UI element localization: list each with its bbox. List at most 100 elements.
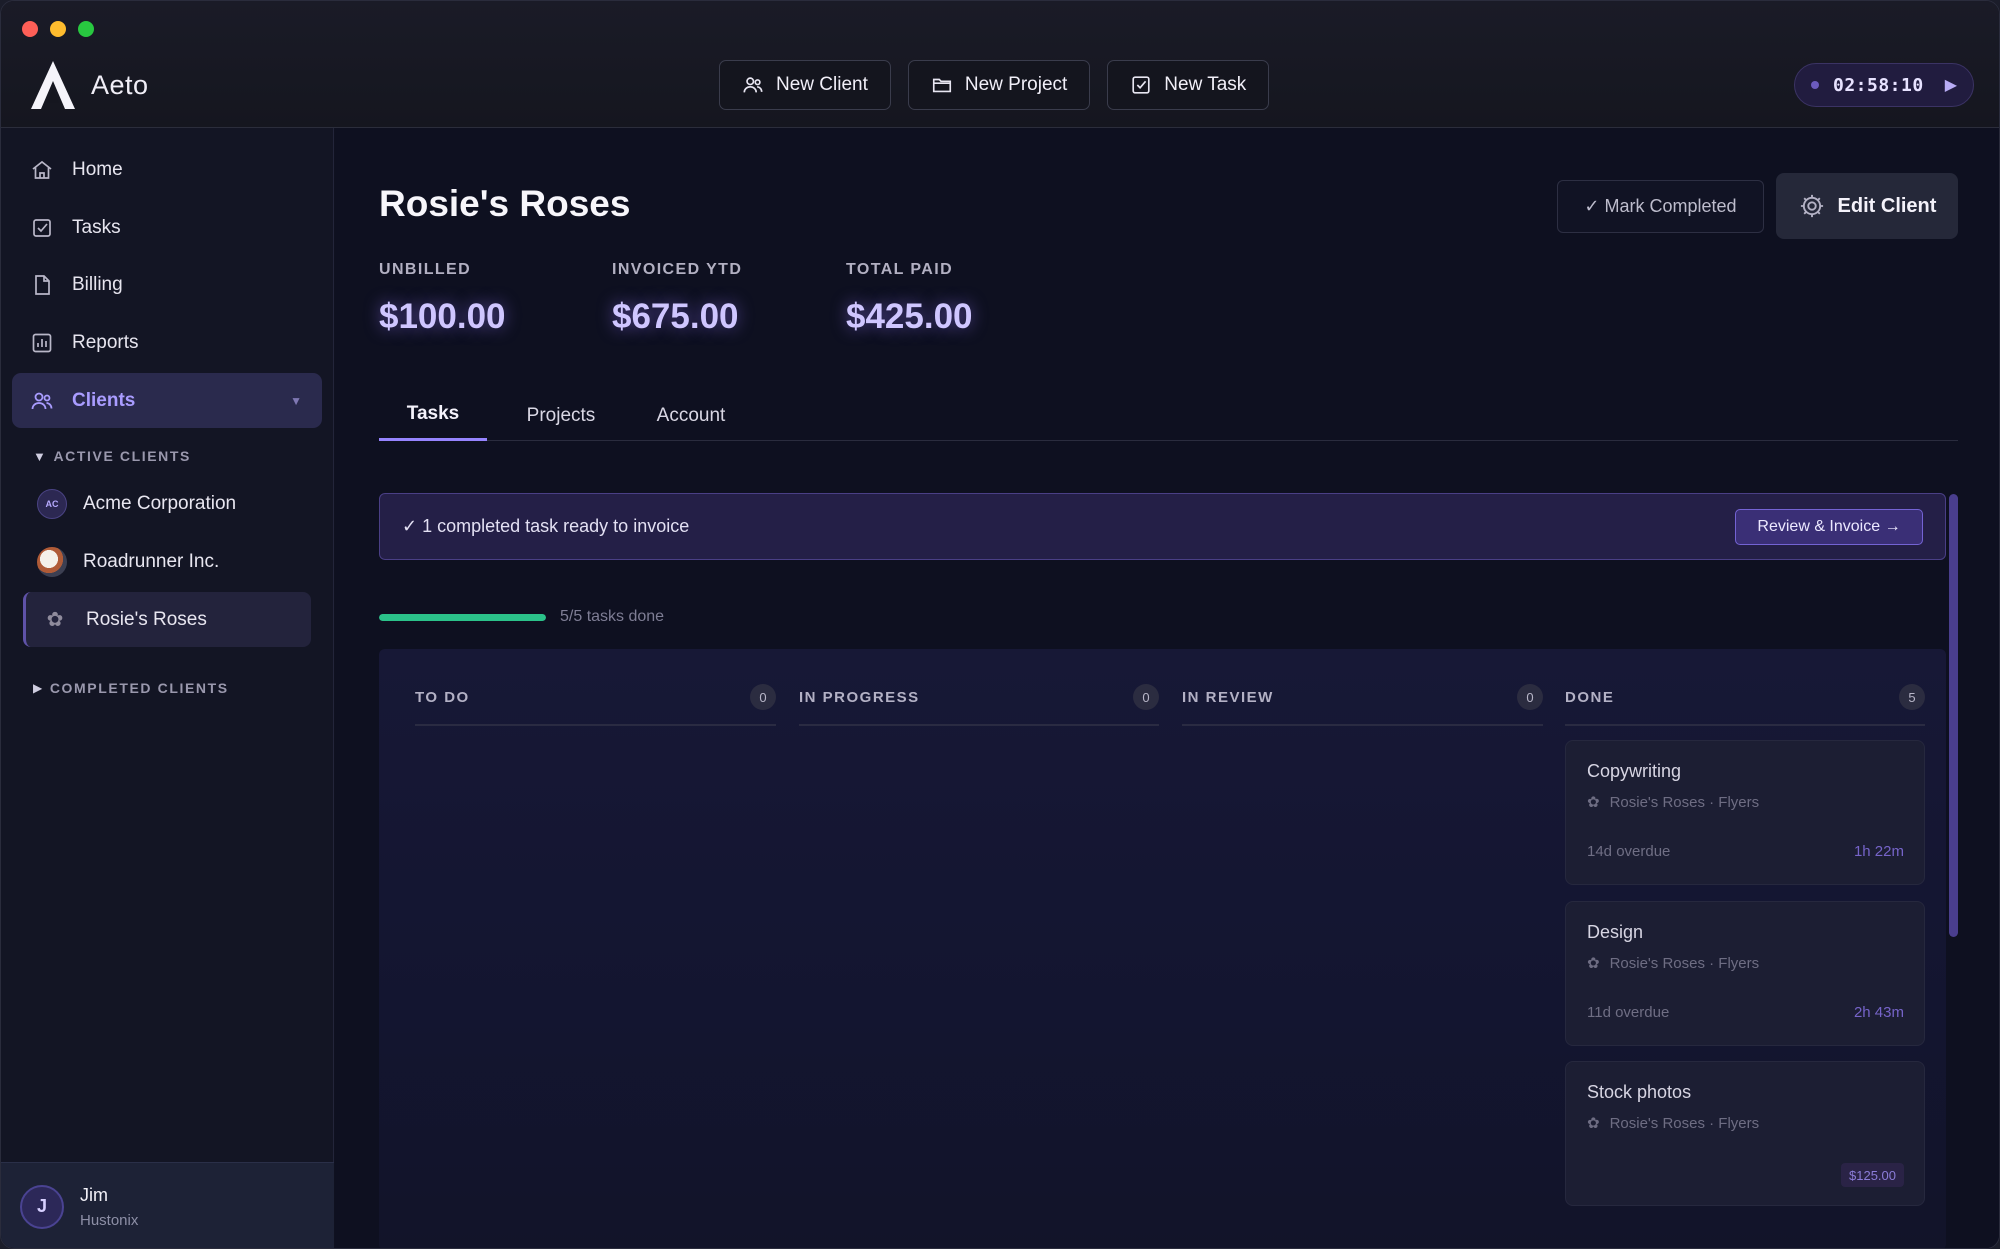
task-project: Rosie's Roses · Flyers (1609, 1114, 1760, 1132)
stat-total-paid: TOTAL PAID $425.00 (846, 261, 973, 337)
rose-icon: ✿ (1587, 1115, 1600, 1132)
tab-tasks[interactable]: Tasks (379, 390, 487, 441)
window-controls (22, 21, 94, 37)
timer-value: 02:58:10 (1833, 74, 1924, 96)
task-subtitle: ✿ Rosie's Roses · Flyers (1587, 793, 1759, 812)
task-card[interactable]: Copywriting ✿ Rosie's Roses · Flyers 14d… (1565, 740, 1925, 885)
edit-client-button[interactable]: Edit Client (1776, 173, 1958, 239)
brand[interactable]: Aeto (29, 59, 149, 111)
active-clients-label: ACTIVE CLIENTS (53, 448, 191, 464)
task-price: $125.00 (1841, 1163, 1904, 1187)
chevron-right-icon: ▶ (33, 681, 44, 695)
chart-icon (32, 333, 52, 352)
kanban-board: TO DO 0 IN PROGRESS 0 IN REVIEW 0 DONE 5… (379, 649, 1946, 1248)
client-item-rosies-roses[interactable]: ✿ Rosie's Roses (23, 592, 311, 647)
new-project-label: New Project (964, 74, 1068, 95)
rose-icon: ✿ (1587, 794, 1600, 811)
active-clients-toggle[interactable]: ▼ ACTIVE CLIENTS (33, 448, 191, 464)
avatar: J (20, 1184, 64, 1229)
sidebar-item-tasks[interactable]: Tasks (12, 200, 322, 255)
gear-icon (1800, 194, 1823, 218)
page-title: Rosie's Roses (379, 183, 631, 224)
stat-label: UNBILLED (379, 261, 472, 278)
column-count: 5 (1899, 684, 1925, 710)
client-avatar (37, 546, 67, 577)
progress-bar (379, 613, 546, 621)
chevron-down-icon: ▼ (33, 448, 48, 464)
client-name: Roadrunner Inc. (83, 550, 220, 572)
edit-client-label: Edit Client (1837, 194, 1937, 217)
checkbox-icon (33, 218, 51, 237)
title-bar: Aeto New Client New Project New Task 02:… (1, 1, 1999, 128)
close-window-button[interactable] (22, 21, 38, 37)
column-header: DONE 5 (1565, 684, 1925, 710)
task-title: Design (1587, 922, 1644, 942)
new-client-button[interactable]: New Client (719, 60, 891, 110)
task-card[interactable]: Design ✿ Rosie's Roses · Flyers 11d over… (1565, 901, 1925, 1046)
stat-label: INVOICED YTD (612, 261, 743, 278)
sidebar: Home Tasks Billing Reports Clients ▼ ▼ A… (1, 128, 334, 1248)
review-invoice-button[interactable]: Review & Invoice → (1735, 509, 1923, 545)
sidebar-item-home[interactable]: Home (12, 142, 322, 197)
time-tracker[interactable]: 02:58:10 ▶ (1794, 63, 1974, 107)
column-in-review: IN REVIEW 0 (1182, 649, 1543, 1248)
task-card[interactable]: Stock photos ✿ Rosie's Roses · Flyers $1… (1565, 1061, 1925, 1206)
scrollbar[interactable] (1949, 494, 1958, 937)
stat-unbilled: UNBILLED $100.00 (379, 261, 506, 337)
sidebar-item-label: Home (72, 158, 123, 180)
progress-text: 5/5 tasks done (560, 608, 665, 625)
task-due: 14d overdue (1587, 843, 1671, 860)
task-time: 1h 22m (1853, 843, 1904, 860)
column-header: IN PROGRESS 0 (799, 684, 1159, 710)
sidebar-item-reports[interactable]: Reports (12, 315, 322, 370)
client-tabs: Tasks Projects Account (379, 390, 1958, 441)
sidebar-item-label: Reports (72, 331, 139, 353)
column-title: TO DO (415, 688, 470, 706)
stat-value: $675.00 (612, 297, 739, 336)
stat-value: $425.00 (846, 297, 973, 336)
aeto-logo-icon (31, 61, 75, 109)
maximize-window-button[interactable] (78, 21, 94, 37)
user-panel[interactable]: J Jim Hustonix (1, 1162, 334, 1248)
document-icon (35, 274, 50, 295)
users-icon (31, 392, 53, 409)
new-project-button[interactable]: New Project (907, 60, 1091, 110)
divider (1565, 724, 1925, 726)
column-title: IN PROGRESS (799, 688, 920, 706)
stat-label: TOTAL PAID (846, 261, 954, 278)
play-icon[interactable]: ▶ (1945, 75, 1957, 95)
task-title: Copywriting (1587, 761, 1682, 781)
column-title: IN REVIEW (1182, 688, 1274, 706)
mark-completed-button[interactable]: ✓ Mark Completed (1557, 180, 1764, 233)
minimize-window-button[interactable] (50, 21, 66, 37)
new-task-label: New Task (1164, 74, 1247, 95)
task-subtitle: ✿ Rosie's Roses · Flyers (1587, 954, 1759, 973)
column-todo: TO DO 0 (415, 649, 776, 1248)
client-item-roadrunner[interactable]: Roadrunner Inc. (23, 534, 311, 589)
completed-clients-toggle[interactable]: ▶ COMPLETED CLIENTS (33, 680, 229, 696)
sidebar-item-billing[interactable]: Billing (12, 257, 322, 312)
divider (415, 724, 776, 726)
client-name: Acme Corporation (83, 492, 237, 514)
task-due: 11d overdue (1587, 1004, 1670, 1021)
folder-icon (932, 78, 951, 93)
sidebar-item-label: Billing (72, 273, 123, 295)
tab-account[interactable]: Account (641, 390, 741, 441)
sidebar-item-clients[interactable]: Clients ▼ (12, 373, 322, 428)
user-name: Jim (80, 1184, 108, 1205)
client-avatar: AC (37, 488, 67, 519)
divider (799, 724, 1159, 726)
invoice-banner: ✓ 1 completed task ready to invoice Revi… (379, 493, 1946, 560)
column-header: TO DO 0 (415, 684, 776, 710)
timer-status-dot (1811, 81, 1819, 89)
column-title: DONE (1565, 688, 1615, 706)
task-progress: 5/5 tasks done (379, 608, 664, 626)
sidebar-item-label: Clients (72, 389, 136, 411)
client-name: Rosie's Roses (86, 608, 207, 630)
new-task-button[interactable]: New Task (1107, 60, 1270, 110)
chevron-down-icon[interactable]: ▼ (290, 394, 302, 408)
client-item-acme[interactable]: AC Acme Corporation (23, 476, 311, 531)
column-count: 0 (1517, 684, 1543, 710)
tab-projects[interactable]: Projects (511, 390, 611, 441)
main-content: Rosie's Roses ✓ Mark Completed Edit Clie… (335, 128, 1999, 1248)
